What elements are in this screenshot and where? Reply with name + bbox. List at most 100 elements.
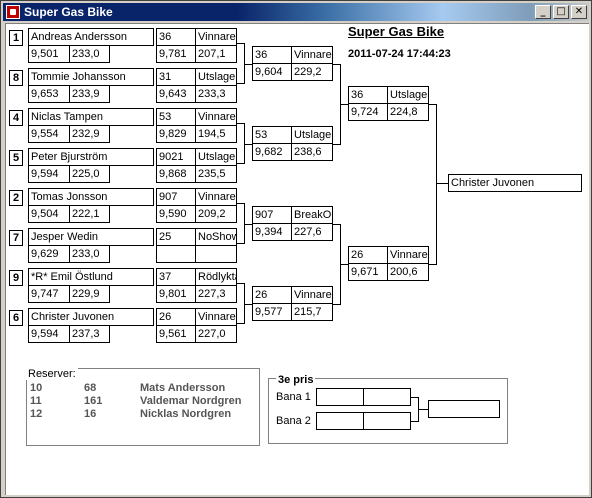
reaction-time-field[interactable]: 9,594	[28, 325, 70, 343]
reaction-time-field[interactable]: 9,747	[28, 285, 70, 303]
close-button[interactable]: ✕	[571, 5, 587, 19]
bike-number-field[interactable]: 36	[156, 28, 196, 46]
reaction-time-field[interactable]: 9,590	[156, 205, 196, 223]
reaction-time-field[interactable]: 9,801	[156, 285, 196, 303]
driver-name-field[interactable]: Tomas Jonsson	[28, 188, 154, 206]
maximize-button[interactable]: □	[553, 5, 569, 19]
bracket-connector	[340, 264, 348, 265]
result-field[interactable]: Utslagen	[291, 126, 333, 144]
winner-name-field[interactable]: Christer Juvonen	[448, 174, 582, 192]
minimize-button[interactable]: _	[535, 5, 551, 19]
speed-field[interactable]: 194,5	[195, 125, 237, 143]
speed-field[interactable]: 225,0	[69, 165, 110, 183]
result-field[interactable]: Utslagen	[387, 86, 429, 104]
speed-field[interactable]: 233,9	[69, 85, 110, 103]
driver-name-field[interactable]: *R* Emil Östlund	[28, 268, 154, 286]
driver-name-field[interactable]: Christer Juvonen	[28, 308, 154, 326]
driver-name-field[interactable]: Jesper Wedin	[28, 228, 154, 246]
bike-number-field[interactable]: 36	[252, 46, 292, 64]
result-field[interactable]: Rödlykta	[195, 268, 237, 286]
driver-name-field[interactable]: Andreas Andersson	[28, 28, 154, 46]
reaction-time-field[interactable]: 9,868	[156, 165, 196, 183]
speed-field[interactable]: 238,6	[291, 143, 333, 161]
result-field[interactable]: Vinnare	[195, 188, 237, 206]
result-field[interactable]: NoShow	[195, 228, 237, 246]
speed-field[interactable]: 229,2	[291, 63, 333, 81]
bracket-connector	[244, 224, 252, 225]
speed-field[interactable]: 233,0	[69, 245, 110, 263]
reaction-time-field[interactable]: 9,724	[348, 103, 388, 121]
bike-number-field[interactable]: 9021	[156, 148, 196, 166]
speed-field[interactable]: 229,9	[69, 285, 110, 303]
driver-name-field[interactable]: Tommie Johansson	[28, 68, 154, 86]
speed-field[interactable]	[195, 245, 237, 263]
speed-field[interactable]: 209,2	[195, 205, 237, 223]
lane1-entry-field[interactable]	[316, 388, 364, 406]
reaction-time-field[interactable]	[156, 245, 196, 263]
speed-field[interactable]: 227,3	[195, 285, 237, 303]
bike-number-field[interactable]: 26	[156, 308, 196, 326]
reaction-time-field[interactable]: 9,504	[28, 205, 70, 223]
reaction-time-field[interactable]: 9,594	[28, 165, 70, 183]
speed-field[interactable]: 222,1	[69, 205, 110, 223]
reaction-time-field[interactable]: 9,561	[156, 325, 196, 343]
bracket-connector	[436, 104, 437, 265]
speed-field[interactable]: 207,1	[195, 45, 237, 63]
speed-field[interactable]: 233,3	[195, 85, 237, 103]
speed-field[interactable]: 237,3	[69, 325, 110, 343]
reaction-time-field[interactable]: 9,781	[156, 45, 196, 63]
bike-number-field[interactable]: 53	[252, 126, 292, 144]
result-field[interactable]: Vinnare	[387, 246, 429, 264]
result-field[interactable]: Vinnare	[291, 286, 333, 304]
reaction-time-field[interactable]: 9,643	[156, 85, 196, 103]
speed-field[interactable]: 227,6	[291, 223, 333, 241]
speed-field[interactable]: 215,7	[291, 303, 333, 321]
result-field[interactable]: Vinnare	[195, 108, 237, 126]
speed-field[interactable]: 233,0	[69, 45, 110, 63]
app-icon[interactable]	[6, 5, 20, 19]
bike-number-field[interactable]: 53	[156, 108, 196, 126]
speed-field[interactable]: 227,0	[195, 325, 237, 343]
title-bar[interactable]: Super Gas Bike _ □ ✕	[3, 3, 589, 21]
reaction-time-field[interactable]: 9,394	[252, 223, 292, 241]
bracket-connector	[244, 64, 252, 65]
speed-field[interactable]: 224,8	[387, 103, 429, 121]
result-field[interactable]: Vinnare	[195, 308, 237, 326]
result-field[interactable]: Utslagen	[195, 148, 237, 166]
reaction-time-field[interactable]: 9,671	[348, 263, 388, 281]
lane1-time-field[interactable]	[363, 388, 411, 406]
reaction-time-field[interactable]: 9,554	[28, 125, 70, 143]
third-place-winner-field[interactable]	[428, 400, 500, 418]
result-field[interactable]: Vinnare	[195, 28, 237, 46]
reaction-time-field[interactable]: 9,501	[28, 45, 70, 63]
bike-number-field[interactable]: 25	[156, 228, 196, 246]
bracket-connector	[436, 183, 448, 184]
reserve-pos: 12	[30, 408, 43, 420]
bike-number-field[interactable]: 26	[348, 246, 388, 264]
reserve-num: 68	[84, 382, 97, 394]
bike-number-field[interactable]: 37	[156, 268, 196, 286]
reaction-time-field[interactable]: 9,829	[156, 125, 196, 143]
driver-name-field[interactable]: Peter Bjurström	[28, 148, 154, 166]
reaction-time-field[interactable]: 9,577	[252, 303, 292, 321]
reaction-time-field[interactable]: 9,604	[252, 63, 292, 81]
bike-number-field[interactable]: 26	[252, 286, 292, 304]
reaction-time-field[interactable]: 9,653	[28, 85, 70, 103]
result-field[interactable]: BreakOut	[291, 206, 333, 224]
bike-number-field[interactable]: 907	[156, 188, 196, 206]
bike-number-field[interactable]: 907	[252, 206, 292, 224]
speed-field[interactable]: 200,6	[387, 263, 429, 281]
speed-field[interactable]: 235,5	[195, 165, 237, 183]
reaction-time-field[interactable]: 9,682	[252, 143, 292, 161]
result-field[interactable]: Vinnare	[291, 46, 333, 64]
page-title: Super Gas Bike	[348, 24, 445, 39]
bike-number-field[interactable]: 36	[348, 86, 388, 104]
speed-field[interactable]: 232,9	[69, 125, 110, 143]
window-title: Super Gas Bike	[24, 5, 113, 19]
lane2-entry-field[interactable]	[316, 412, 364, 430]
driver-name-field[interactable]: Niclas Tampen	[28, 108, 154, 126]
bike-number-field[interactable]: 31	[156, 68, 196, 86]
reaction-time-field[interactable]: 9,629	[28, 245, 70, 263]
lane2-time-field[interactable]	[363, 412, 411, 430]
result-field[interactable]: Utslagen	[195, 68, 237, 86]
